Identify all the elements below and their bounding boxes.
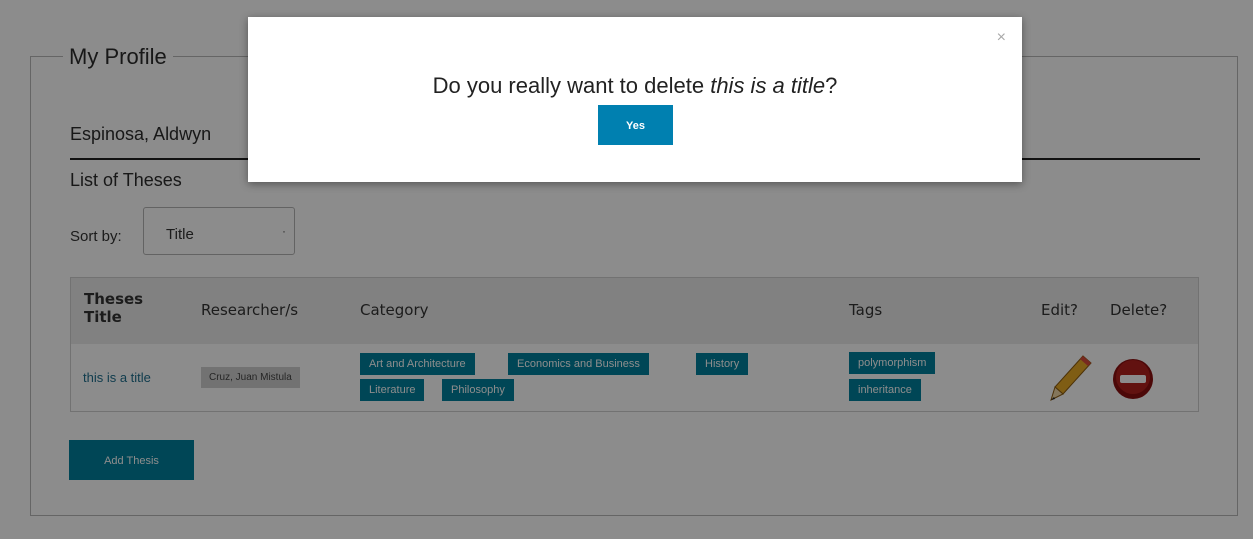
yes-button[interactable]: Yes bbox=[598, 105, 673, 145]
close-icon[interactable]: × bbox=[997, 29, 1006, 47]
modal-message: Do you really want to delete this is a t… bbox=[248, 73, 1022, 99]
modal-message-suffix: ? bbox=[825, 73, 838, 98]
confirm-delete-modal: × Do you really want to delete this is a… bbox=[248, 17, 1022, 182]
modal-message-title: this is a title bbox=[710, 73, 826, 98]
modal-message-prefix: Do you really want to delete bbox=[432, 73, 711, 98]
